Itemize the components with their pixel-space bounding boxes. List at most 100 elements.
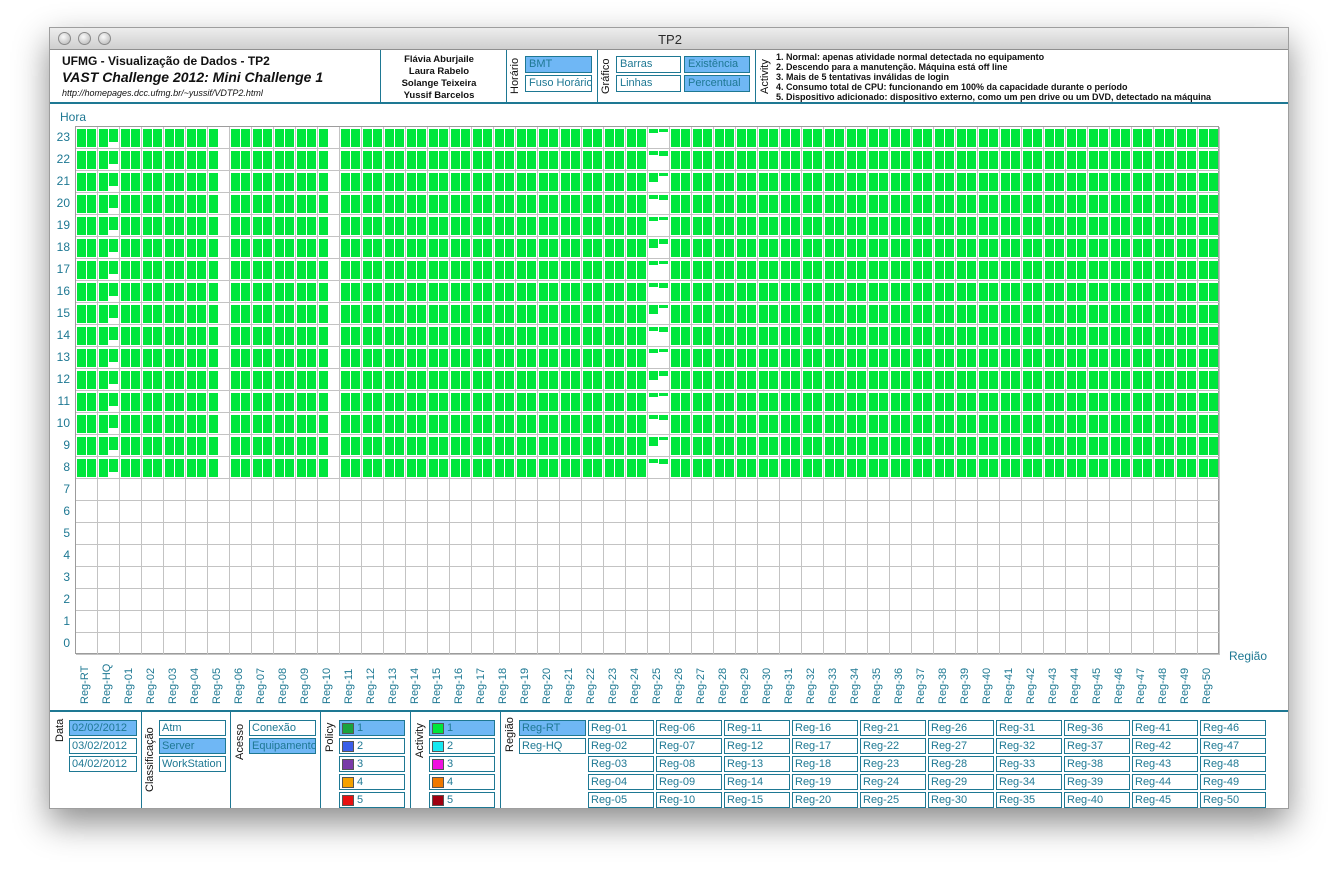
region-option[interactable]: Reg-45 [1132, 792, 1198, 808]
region-option[interactable]: Reg-42 [1132, 738, 1198, 754]
region-option[interactable]: Reg-19 [792, 774, 858, 790]
region-option[interactable]: Reg-48 [1200, 756, 1266, 772]
region-option[interactable]: Reg-44 [1132, 774, 1198, 790]
activity-bar [1011, 349, 1020, 367]
date-option[interactable]: 03/02/2012 [69, 738, 137, 754]
chart-cell [648, 435, 670, 457]
region-option[interactable]: Reg-11 [724, 720, 790, 736]
region-option[interactable]: Reg-25 [860, 792, 926, 808]
policy-option[interactable]: 1 [339, 720, 405, 736]
chart-cell [450, 523, 472, 545]
region-hq-option[interactable]: Reg-HQ [519, 738, 586, 754]
region-option[interactable]: Reg-12 [724, 738, 790, 754]
activity-option[interactable]: 2 [429, 738, 495, 754]
region-option[interactable]: Reg-28 [928, 756, 994, 772]
region-option[interactable]: Reg-21 [860, 720, 926, 736]
activity-option[interactable]: 3 [429, 756, 495, 772]
region-option[interactable]: Reg-20 [792, 792, 858, 808]
chart-cell [164, 193, 186, 215]
activity-bar [187, 217, 196, 235]
activity-bar [121, 151, 130, 169]
region-option[interactable]: Reg-10 [656, 792, 722, 808]
region-option[interactable]: Reg-34 [996, 774, 1062, 790]
activity-option[interactable]: 4 [429, 774, 495, 790]
region-option[interactable]: Reg-23 [860, 756, 926, 772]
region-option[interactable]: Reg-40 [1064, 792, 1130, 808]
region-option[interactable]: Reg-05 [588, 792, 654, 808]
region-option[interactable]: Reg-17 [792, 738, 858, 754]
region-option[interactable]: Reg-47 [1200, 738, 1266, 754]
region-option[interactable]: Reg-30 [928, 792, 994, 808]
acesso-option[interactable]: Conexão [249, 720, 316, 736]
classificacao-option[interactable]: Server [159, 738, 226, 754]
region-option[interactable]: Reg-35 [996, 792, 1062, 808]
classificacao-option[interactable]: Atm [159, 720, 226, 736]
policy-option[interactable]: 4 [339, 774, 405, 790]
region-option[interactable]: Reg-03 [588, 756, 654, 772]
region-option[interactable]: Reg-29 [928, 774, 994, 790]
grafico-existencia-button[interactable]: Existência [684, 56, 750, 73]
region-option[interactable]: Reg-37 [1064, 738, 1130, 754]
region-option[interactable]: Reg-46 [1200, 720, 1266, 736]
grafico-linhas-button[interactable]: Linhas [616, 75, 681, 92]
policy-option[interactable]: 3 [339, 756, 405, 772]
activity-option[interactable]: 1 [429, 720, 495, 736]
region-option[interactable]: Reg-04 [588, 774, 654, 790]
classificacao-option[interactable]: WorkStation [159, 756, 226, 772]
region-option[interactable]: Reg-24 [860, 774, 926, 790]
policy-option[interactable]: 2 [339, 738, 405, 754]
region-option[interactable]: Reg-22 [860, 738, 926, 754]
region-rt-option[interactable]: Reg-RT [519, 720, 586, 736]
acesso-option[interactable]: Equipamento [249, 738, 316, 754]
activity-bar [781, 195, 790, 213]
region-option[interactable]: Reg-15 [724, 792, 790, 808]
horario-fuso-button[interactable]: Fuso Horário [525, 75, 592, 92]
region-option[interactable]: Reg-13 [724, 756, 790, 772]
region-option[interactable]: Reg-50 [1200, 792, 1266, 808]
activity-bar [175, 151, 184, 169]
region-option[interactable]: Reg-14 [724, 774, 790, 790]
region-option[interactable]: Reg-08 [656, 756, 722, 772]
activity-bar [99, 283, 108, 301]
region-option[interactable]: Reg-26 [928, 720, 994, 736]
grafico-percentual-button[interactable]: Percentual [684, 75, 750, 92]
activity-bar [1099, 195, 1108, 213]
region-option[interactable]: Reg-33 [996, 756, 1062, 772]
activity-bar [253, 129, 262, 147]
region-option[interactable]: Reg-16 [792, 720, 858, 736]
region-option[interactable]: Reg-02 [588, 738, 654, 754]
activity-bar [759, 305, 768, 323]
activity-bar [285, 217, 294, 235]
region-option[interactable]: Reg-36 [1064, 720, 1130, 736]
chart-cell [450, 303, 472, 325]
policy-option[interactable]: 5 [339, 792, 405, 808]
activity-bar [571, 393, 580, 411]
region-option[interactable]: Reg-01 [588, 720, 654, 736]
region-option[interactable]: Reg-41 [1132, 720, 1198, 736]
region-option[interactable]: Reg-27 [928, 738, 994, 754]
region-option[interactable]: Reg-18 [792, 756, 858, 772]
region-option[interactable]: Reg-32 [996, 738, 1062, 754]
chart-cell [1176, 127, 1198, 149]
region-option[interactable]: Reg-49 [1200, 774, 1266, 790]
activity-bar [1177, 173, 1186, 191]
activity-bar [703, 371, 712, 389]
region-option[interactable]: Reg-38 [1064, 756, 1130, 772]
date-option[interactable]: 04/02/2012 [69, 756, 137, 772]
chart-cell [1088, 303, 1110, 325]
y-tick-label: 21 [56, 174, 70, 188]
date-option[interactable]: 02/02/2012 [69, 720, 137, 736]
region-option[interactable]: Reg-31 [996, 720, 1062, 736]
horario-bmt-button[interactable]: BMT [525, 56, 592, 73]
region-option[interactable]: Reg-09 [656, 774, 722, 790]
chart-cell [956, 567, 978, 589]
region-option[interactable]: Reg-39 [1064, 774, 1130, 790]
chart-cell [450, 325, 472, 347]
grafico-barras-button[interactable]: Barras [616, 56, 681, 73]
region-option[interactable]: Reg-06 [656, 720, 722, 736]
region-option[interactable]: Reg-43 [1132, 756, 1198, 772]
region-option[interactable]: Reg-07 [656, 738, 722, 754]
activity-option[interactable]: 5 [429, 792, 495, 808]
activity-bar [593, 459, 602, 477]
activity-bar [989, 437, 998, 455]
